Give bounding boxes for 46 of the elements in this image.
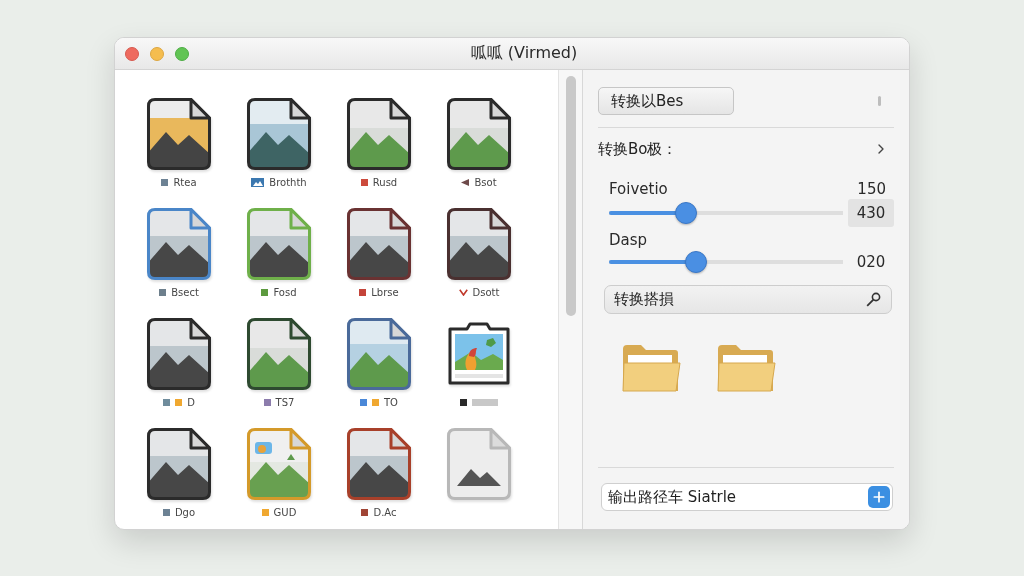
image-file-icon[interactable] [347, 98, 411, 170]
slider-thumb[interactable] [674, 202, 697, 224]
window-title: 呱呱 (Virmed) [469, 43, 578, 64]
image-file-icon[interactable] [147, 208, 211, 280]
file-name: Rusd [372, 176, 398, 188]
file-name: Rtea [173, 176, 197, 188]
file-name: D [187, 396, 195, 408]
search-icon [866, 292, 881, 307]
file-name: GUD [273, 506, 297, 518]
image-file-icon[interactable] [247, 208, 311, 280]
file-name: Dgo [174, 506, 196, 518]
file-name: Dsott [472, 286, 500, 298]
file-name: Lbrse [371, 286, 399, 298]
file-name: D.Ac [373, 506, 397, 518]
file-name: Fosd [273, 286, 297, 298]
image-file-icon[interactable] [247, 98, 311, 170]
slider-label: Dasp [609, 231, 648, 249]
search-field[interactable]: 转换搭損 [604, 285, 892, 314]
add-button[interactable] [868, 486, 890, 508]
photo-album-icon[interactable] [447, 322, 511, 386]
image-file-icon[interactable] [447, 428, 511, 500]
value-field[interactable]: 430 [848, 199, 894, 227]
file-name: TS7 [275, 396, 295, 408]
close-button[interactable] [125, 46, 139, 61]
plus-icon [871, 489, 887, 505]
slider-label: Foivetio [609, 180, 668, 198]
image-file-icon[interactable] [347, 208, 411, 280]
image-file-icon[interactable] [147, 318, 211, 390]
file-name: Bsot [474, 176, 497, 188]
image-file-icon[interactable] [447, 208, 511, 280]
output-path-field[interactable]: 输出路径车 Siatrle [601, 483, 893, 511]
slider-thumb[interactable] [685, 251, 708, 273]
scrollbar-thumb[interactable] [566, 76, 576, 316]
section-title: 转换Bo极： [598, 139, 678, 159]
value-readout: 020 [855, 252, 887, 273]
slider-reading: 150 [857, 180, 886, 198]
image-file-icon[interactable] [447, 98, 511, 170]
image-file-icon[interactable] [347, 428, 411, 500]
image-file-icon[interactable] [147, 428, 211, 500]
image-file-icon[interactable] [247, 318, 311, 390]
grip-icon [878, 96, 881, 106]
image-file-icon[interactable] [147, 98, 211, 170]
file-name: Brothth [269, 176, 307, 188]
file-name: TO [384, 396, 398, 408]
format-button[interactable]: 转换以Bes [598, 87, 734, 115]
file-name: Bsect [171, 286, 199, 298]
